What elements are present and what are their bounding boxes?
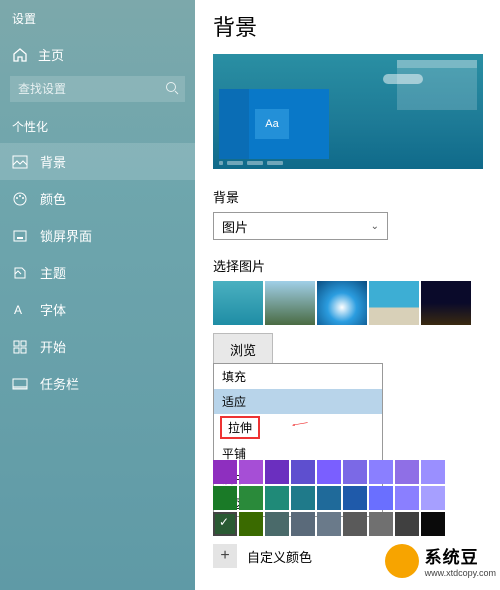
nav-label: 任务栏	[40, 374, 79, 393]
background-type-label: 背景	[213, 187, 482, 206]
color-swatch[interactable]	[239, 460, 263, 484]
search-input[interactable]	[10, 76, 185, 102]
dropdown-value: 图片	[222, 217, 248, 236]
color-swatch[interactable]	[239, 512, 263, 536]
color-swatch[interactable]	[343, 512, 367, 536]
svg-text:A: A	[14, 303, 22, 317]
section-title: 个性化	[0, 112, 195, 143]
color-swatch[interactable]	[317, 512, 341, 536]
page-title: 背景	[213, 10, 482, 42]
fit-option-fit[interactable]: 适应	[214, 389, 382, 414]
watermark-url: www.xtdcopy.com	[425, 568, 496, 578]
color-swatch[interactable]	[239, 486, 263, 510]
preview-sample-text: Aa	[255, 109, 289, 139]
chevron-down-icon: ⌄	[371, 221, 379, 232]
main-content: 背景 Aa 背景 图片 ⌄ 选择图片 浏览 填充 适应	[195, 0, 500, 590]
color-swatch[interactable]	[291, 512, 315, 536]
theme-icon	[12, 265, 28, 281]
color-swatch[interactable]	[343, 460, 367, 484]
color-swatch[interactable]	[317, 486, 341, 510]
picture-thumb[interactable]	[213, 281, 263, 325]
home-label: 主页	[38, 45, 64, 64]
nav-label: 字体	[40, 300, 66, 319]
color-swatch[interactable]	[317, 460, 341, 484]
background-preview: Aa	[213, 54, 483, 169]
background-type-dropdown[interactable]: 图片 ⌄	[213, 212, 388, 240]
color-swatch[interactable]	[421, 460, 445, 484]
nav-label: 主题	[40, 263, 66, 282]
sidebar-item-colors[interactable]: 颜色	[0, 180, 195, 217]
color-swatches	[213, 460, 445, 536]
nav-label: 开始	[40, 337, 66, 356]
watermark-brand: 系统豆	[425, 543, 496, 568]
palette-icon	[12, 191, 28, 207]
add-custom-color-button[interactable]: +	[213, 544, 237, 568]
nav-label: 颜色	[40, 189, 66, 208]
color-swatch[interactable]	[369, 460, 393, 484]
custom-color-label: 自定义颜色	[247, 547, 312, 566]
fit-option-fill[interactable]: 填充	[214, 364, 382, 389]
sidebar-item-lockscreen[interactable]: 锁屏界面	[0, 217, 195, 254]
color-swatch[interactable]	[395, 460, 419, 484]
home-button[interactable]: 主页	[0, 37, 195, 72]
picture-thumbnails	[213, 281, 482, 325]
picture-thumb[interactable]	[317, 281, 367, 325]
color-swatch[interactable]	[291, 460, 315, 484]
lock-icon	[12, 228, 28, 244]
sidebar-item-background[interactable]: 背景	[0, 143, 195, 180]
color-swatch[interactable]	[395, 486, 419, 510]
home-icon	[12, 47, 28, 63]
browse-button[interactable]: 浏览	[213, 333, 273, 366]
search-icon	[165, 81, 179, 95]
choose-picture-label: 选择图片	[213, 256, 482, 275]
picture-thumb[interactable]	[265, 281, 315, 325]
font-icon: A	[12, 302, 28, 318]
fit-option-stretch[interactable]: 拉伸	[220, 416, 260, 439]
start-icon	[12, 339, 28, 355]
picture-icon	[12, 154, 28, 170]
color-swatch[interactable]	[213, 512, 237, 536]
picture-thumb[interactable]	[369, 281, 419, 325]
watermark-logo	[385, 544, 419, 578]
color-swatch[interactable]	[291, 486, 315, 510]
watermark: 系统豆 www.xtdcopy.com	[385, 543, 496, 578]
color-swatch[interactable]	[265, 512, 289, 536]
sidebar-item-fonts[interactable]: A 字体	[0, 291, 195, 328]
color-swatch[interactable]	[265, 460, 289, 484]
color-swatch[interactable]	[421, 512, 445, 536]
picture-thumb[interactable]	[421, 281, 471, 325]
search-field[interactable]	[10, 76, 185, 102]
taskbar-icon	[12, 376, 28, 392]
color-swatch[interactable]	[343, 486, 367, 510]
color-swatch[interactable]	[369, 512, 393, 536]
color-swatch[interactable]	[395, 512, 419, 536]
color-swatch[interactable]	[265, 486, 289, 510]
color-swatch[interactable]	[421, 486, 445, 510]
nav-label: 背景	[40, 152, 66, 171]
color-swatch[interactable]	[213, 486, 237, 510]
nav-label: 锁屏界面	[40, 226, 92, 245]
sidebar-item-start[interactable]: 开始	[0, 328, 195, 365]
settings-header: 设置	[0, 6, 195, 37]
sidebar-item-themes[interactable]: 主题	[0, 254, 195, 291]
color-swatch[interactable]	[369, 486, 393, 510]
color-swatch[interactable]	[213, 460, 237, 484]
sidebar-item-taskbar[interactable]: 任务栏	[0, 365, 195, 402]
settings-sidebar: 设置 主页 个性化 背景 颜色 锁屏界面 主题	[0, 0, 195, 590]
